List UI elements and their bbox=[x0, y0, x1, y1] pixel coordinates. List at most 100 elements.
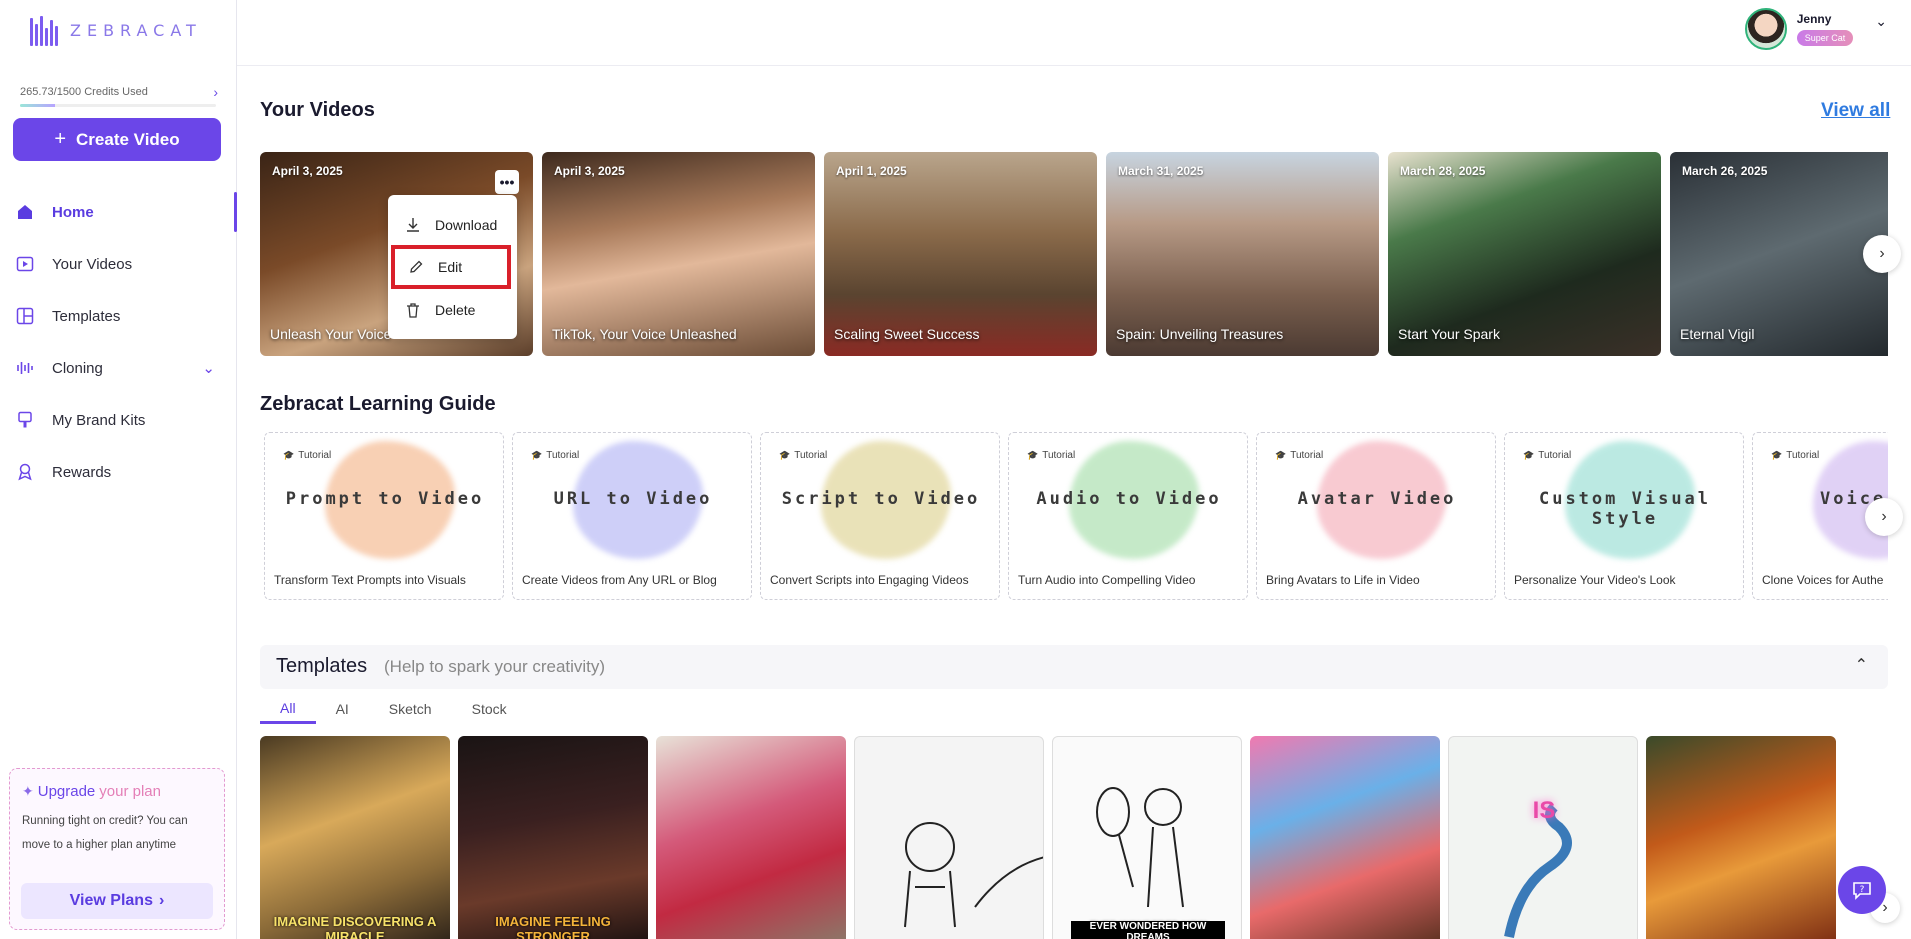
template-caption: IMAGINE DISCOVERING A MIRACLE bbox=[273, 914, 437, 939]
template-card[interactable]: IMAGINE DISCOVERING A MIRACLE bbox=[260, 736, 450, 939]
guide-card-title: Prompt to Video bbox=[285, 489, 485, 509]
dragon-illustration bbox=[1504, 803, 1572, 939]
tab-all[interactable]: All bbox=[260, 694, 316, 724]
graduation-cap-icon: 🎓 bbox=[531, 450, 543, 460]
learning-guide-carousel: 🎓 Tutorial Prompt to Video Transform Text P… bbox=[264, 432, 1888, 600]
help-chat-button[interactable]: ? bbox=[1838, 866, 1886, 914]
tab-ai[interactable]: AI bbox=[316, 694, 369, 724]
sidebar-nav: Home Your Videos Templates Cloning ⌄ My … bbox=[0, 186, 237, 498]
tutorial-badge: 🎓 Tutorial bbox=[775, 447, 835, 464]
sidebar-item-home[interactable]: Home bbox=[0, 186, 237, 238]
credits-progress-bar bbox=[20, 104, 216, 107]
template-card[interactable] bbox=[656, 736, 846, 939]
tab-sketch[interactable]: Sketch bbox=[369, 694, 452, 724]
tutorial-badge: 🎓 Tutorial bbox=[527, 447, 587, 464]
template-card[interactable]: IMAGINE FEELING STRONGER bbox=[458, 736, 648, 939]
sidebar-item-label: Your Videos bbox=[52, 255, 133, 273]
avatar[interactable] bbox=[1744, 8, 1787, 50]
upgrade-text: Running tight on credit? You can move to… bbox=[22, 815, 188, 851]
upgrade-title: ✦ Upgrade your plan bbox=[22, 783, 161, 800]
view-plans-label: View Plans bbox=[69, 892, 153, 909]
trophy-icon bbox=[16, 463, 34, 481]
tutorial-badge: 🎓 Tutorial bbox=[1767, 447, 1827, 464]
chevron-up-icon[interactable]: ⌃ bbox=[1855, 655, 1868, 675]
guide-card-subtitle: Bring Avatars to Life in Video bbox=[1266, 573, 1420, 587]
brush-icon bbox=[16, 411, 34, 429]
templates-header[interactable]: Templates (Help to spark your creativity… bbox=[260, 645, 1888, 689]
learning-guide-title: Zebracat Learning Guide bbox=[260, 393, 496, 415]
sidebar-item-your-videos[interactable]: Your Videos bbox=[0, 238, 237, 290]
credits-usage[interactable]: 265.73/1500 Credits Used › bbox=[20, 84, 218, 100]
guide-card-title: Audio to Video bbox=[1036, 489, 1222, 509]
edit-menu-item[interactable]: Edit bbox=[391, 245, 511, 289]
help-icon: ? bbox=[1853, 882, 1871, 900]
user-menu[interactable]: Jenny Super Cat ⌄ bbox=[1744, 8, 1887, 50]
video-date: March 28, 2025 bbox=[1400, 164, 1486, 178]
chevron-right-icon: › bbox=[1882, 899, 1888, 916]
chevron-right-icon: › bbox=[1879, 245, 1885, 262]
template-card[interactable]: IS bbox=[1448, 736, 1638, 939]
credits-progress-fill bbox=[20, 104, 55, 107]
video-card[interactable]: April 3, 2025 TikTok, Your Voice Unleash… bbox=[542, 152, 815, 356]
sidebar-item-templates[interactable]: Templates bbox=[0, 290, 237, 342]
more-options-icon[interactable]: ••• bbox=[495, 170, 519, 194]
sidebar-item-label: My Brand Kits bbox=[52, 411, 146, 429]
delete-menu-item[interactable]: Delete bbox=[388, 290, 517, 330]
tutorial-label: Tutorial bbox=[298, 450, 332, 461]
top-bar: Jenny Super Cat ⌄ bbox=[237, 0, 1911, 66]
templates-subtitle: (Help to spark your creativity) bbox=[384, 657, 606, 676]
user-info: Jenny Super Cat bbox=[1796, 12, 1854, 46]
video-date: April 3, 2025 bbox=[554, 164, 625, 178]
plan-badge: Super Cat bbox=[1796, 30, 1854, 46]
video-card[interactable]: March 26, 2025 Eternal Vigil bbox=[1670, 152, 1888, 356]
guide-card[interactable]: 🎓 Tutorial Prompt to Video Transform Text P… bbox=[264, 432, 504, 600]
guide-card-subtitle: Personalize Your Video's Look bbox=[1514, 573, 1676, 587]
video-title: Scaling Sweet Success bbox=[834, 326, 980, 342]
video-card[interactable]: March 28, 2025 Start Your Spark bbox=[1388, 152, 1661, 356]
template-card[interactable]: EVER WONDERED HOW DREAMS bbox=[1052, 736, 1242, 939]
guide-card[interactable]: 🎓 Tutorial Custom Visual Style Personalize … bbox=[1504, 432, 1744, 600]
guide-card[interactable]: 🎓 Tutorial Audio to Video Turn Audio into C… bbox=[1008, 432, 1248, 600]
video-title: Eternal Vigil bbox=[1680, 326, 1755, 342]
video-card[interactable]: April 1, 2025 Scaling Sweet Success bbox=[824, 152, 1097, 356]
svg-text:?: ? bbox=[1860, 885, 1865, 895]
tab-stock[interactable]: Stock bbox=[452, 694, 527, 724]
home-icon bbox=[16, 203, 34, 221]
view-all-link[interactable]: View all bbox=[1821, 100, 1890, 122]
guide-card[interactable]: 🎓 Tutorial URL to Video Create Videos from … bbox=[512, 432, 752, 600]
video-icon bbox=[16, 255, 34, 273]
create-video-button[interactable]: + Create Video bbox=[13, 118, 221, 161]
video-date: March 31, 2025 bbox=[1118, 164, 1204, 178]
guide-next-button[interactable]: › bbox=[1865, 498, 1903, 536]
template-card[interactable] bbox=[1250, 736, 1440, 939]
sidebar-item-rewards[interactable]: Rewards bbox=[0, 446, 237, 498]
graduation-cap-icon: 🎓 bbox=[1771, 450, 1783, 460]
download-menu-item[interactable]: Download bbox=[388, 205, 517, 245]
upgrade-title-part-1: Upgrade bbox=[37, 783, 96, 800]
guide-card[interactable]: 🎓 Tutorial Script to Video Convert Scripts … bbox=[760, 432, 1000, 600]
guide-card[interactable]: 🎓 Tutorial Avatar Video Bring Avatars to Li… bbox=[1256, 432, 1496, 600]
tutorial-label: Tutorial bbox=[794, 450, 828, 461]
template-card[interactable] bbox=[854, 736, 1044, 939]
edit-label: Edit bbox=[438, 259, 463, 275]
templates-title: Templates bbox=[276, 655, 368, 677]
videos-next-button[interactable]: › bbox=[1863, 235, 1901, 273]
chevron-down-icon[interactable]: ⌄ bbox=[1875, 13, 1887, 30]
template-card[interactable] bbox=[1646, 736, 1836, 939]
video-card[interactable]: March 31, 2025 Spain: Unveiling Treasure… bbox=[1106, 152, 1379, 356]
tutorial-label: Tutorial bbox=[1786, 450, 1820, 461]
guide-card-subtitle: Turn Audio into Compelling Video bbox=[1018, 573, 1196, 587]
graduation-cap-icon: 🎓 bbox=[283, 450, 295, 460]
chevron-down-icon[interactable]: ⌄ bbox=[202, 359, 215, 377]
template-caption: IMAGINE FEELING STRONGER bbox=[495, 914, 611, 939]
view-plans-button[interactable]: View Plans › bbox=[21, 883, 213, 919]
sidebar-item-label: Templates bbox=[52, 307, 121, 325]
pencil-icon bbox=[410, 260, 423, 273]
plus-icon: + bbox=[54, 128, 67, 150]
sidebar-item-brand-kits[interactable]: My Brand Kits bbox=[0, 394, 237, 446]
sidebar-item-label: Home bbox=[52, 203, 94, 221]
logo[interactable]: ZEBRACAT bbox=[30, 14, 202, 46]
sidebar-item-label: Rewards bbox=[52, 463, 112, 481]
sidebar-item-cloning[interactable]: Cloning ⌄ bbox=[0, 342, 237, 394]
video-date: March 26, 2025 bbox=[1682, 164, 1768, 178]
